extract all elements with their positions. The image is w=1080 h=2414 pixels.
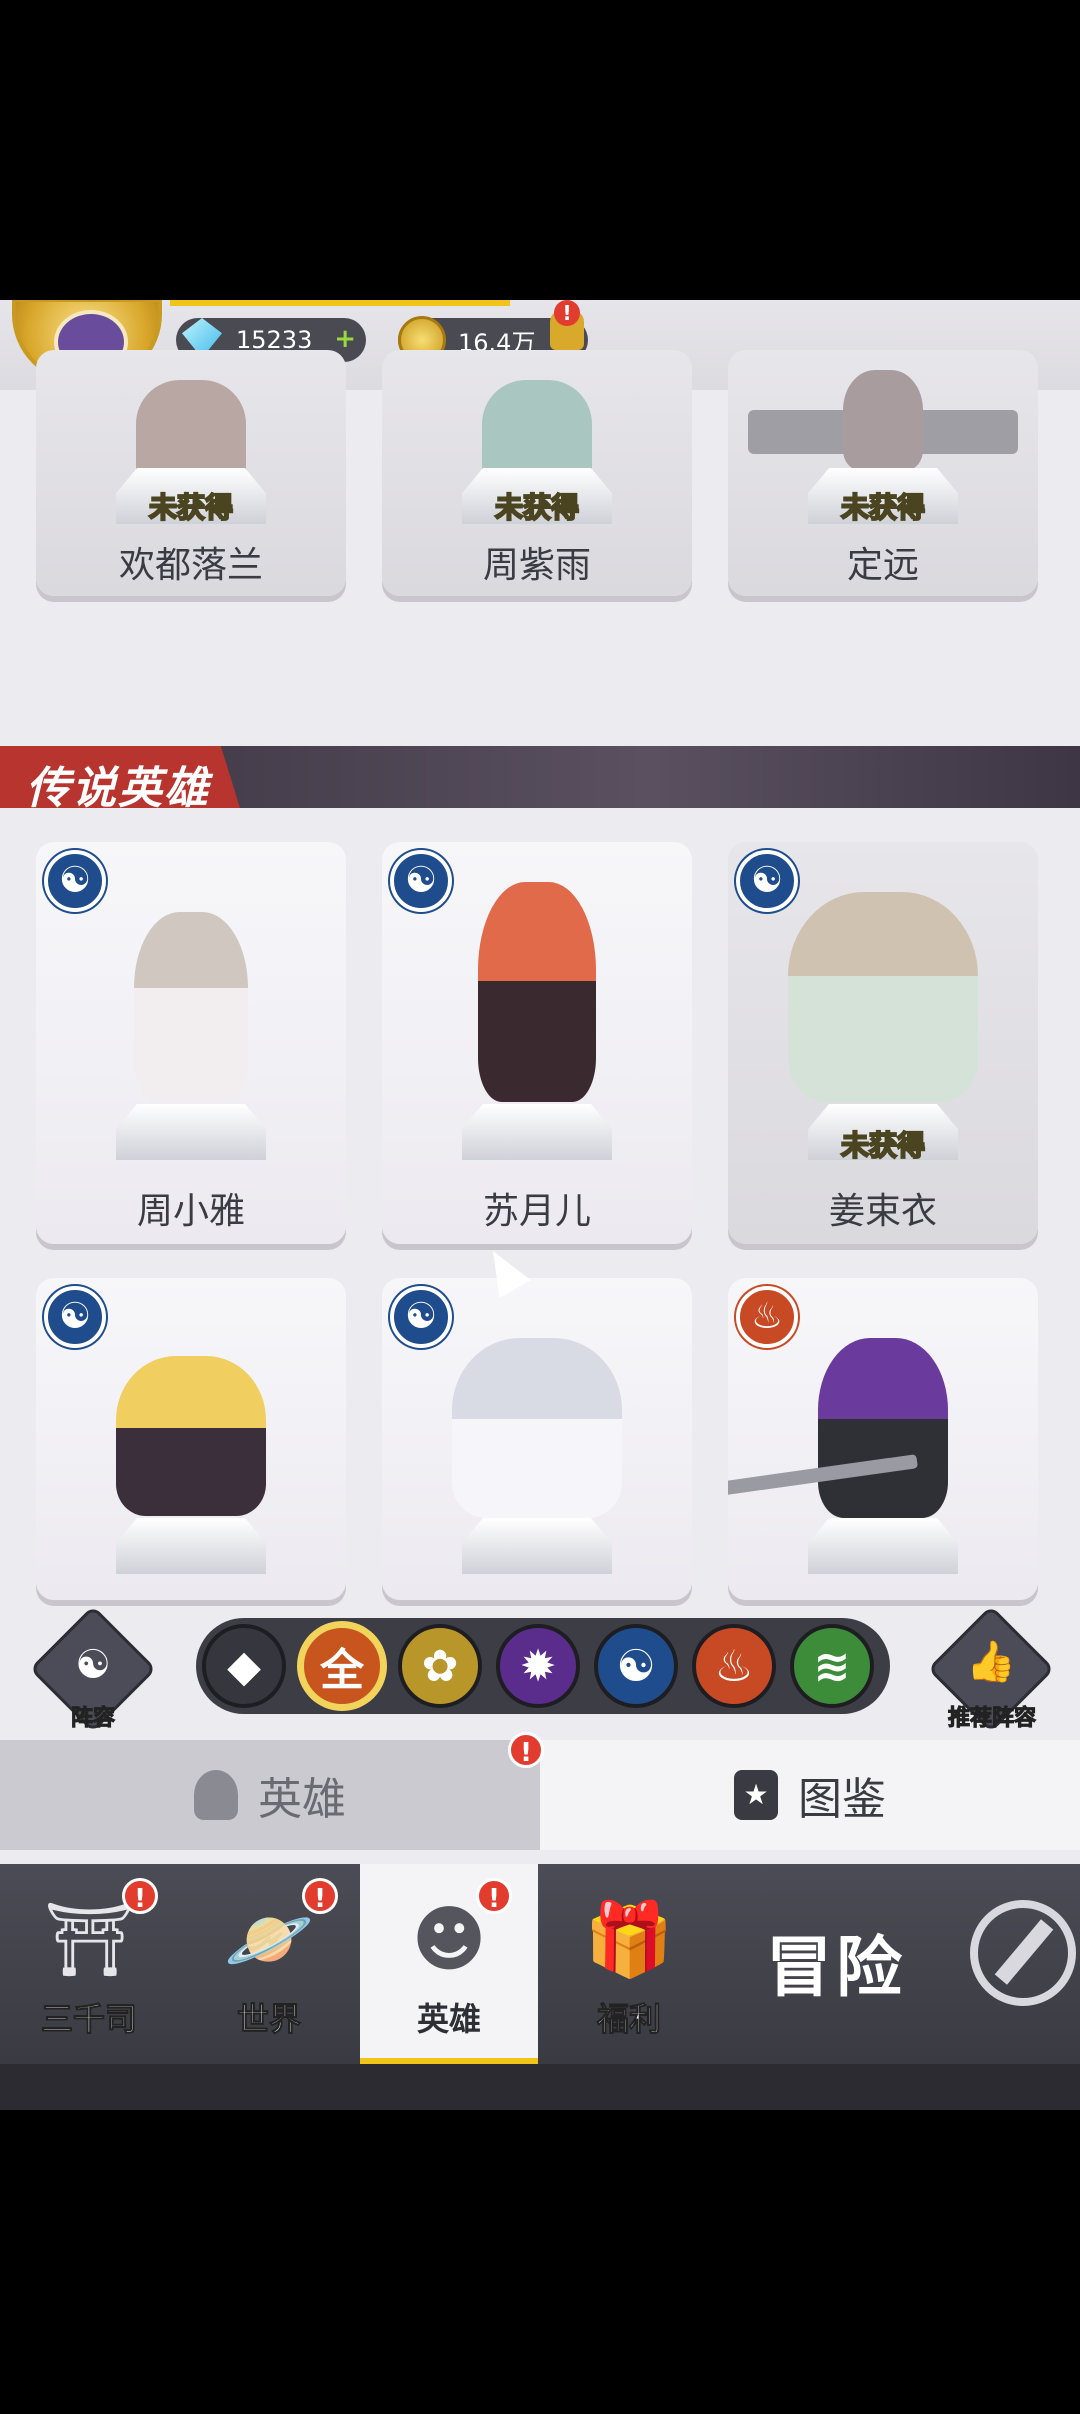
unobtained-label: 未获得 xyxy=(840,490,926,525)
hero-subtabs: 英雄 ★ 图鉴 ! xyxy=(0,1732,1080,1850)
lineup-button[interactable]: ☯ 阵容 xyxy=(29,1605,157,1733)
add-gems-icon[interactable]: + xyxy=(334,324,356,354)
nav-world[interactable]: 🪐 世界 ! xyxy=(180,1864,358,2064)
notification-bell-icon[interactable] xyxy=(550,300,584,350)
nav-welfare[interactable]: 🎁 福利 xyxy=(540,1864,718,2064)
hero-card[interactable]: 未获得 周紫雨 xyxy=(382,350,692,596)
nav-label: 福利 xyxy=(596,2000,661,2039)
legendary-section-header: 传说英雄 xyxy=(0,746,1080,814)
hero-card[interactable]: ☯ 周小雅 xyxy=(36,842,346,1244)
hero-sprite xyxy=(116,1356,266,1516)
tab-codex[interactable]: ★ 图鉴 xyxy=(540,1740,1080,1850)
hero-name: 周紫雨 xyxy=(482,545,591,586)
lotus-filter-icon[interactable]: ✿ xyxy=(398,1624,482,1708)
meditation-filter-icon[interactable]: ♨ xyxy=(692,1624,776,1708)
tab-codex-label: 图鉴 xyxy=(798,1774,886,1825)
lineup-label: 阵容 xyxy=(70,1706,115,1732)
unobtained-label: 未获得 xyxy=(494,490,580,525)
tab-heroes-label: 英雄 xyxy=(258,1774,346,1825)
nav-label: 世界 xyxy=(236,2000,301,2039)
hero-card[interactable]: ♨ xyxy=(728,1278,1038,1600)
unobtained-label: 未获得 xyxy=(840,1128,926,1163)
yin-yang-icon: ☯ xyxy=(44,850,106,912)
progress-line xyxy=(170,300,510,306)
hero-card[interactable]: 未获得 定远 xyxy=(728,350,1038,596)
lineup-icon: ☯ xyxy=(75,1642,111,1688)
hero-name: 姜束衣 xyxy=(828,1191,937,1232)
hero-name: 欢都落兰 xyxy=(118,545,263,586)
codex-book-icon: ★ xyxy=(734,1770,778,1820)
tab-heroes[interactable]: 英雄 xyxy=(0,1740,540,1850)
pedestal xyxy=(808,1518,958,1574)
pedestal xyxy=(462,1518,612,1574)
hero-sprite xyxy=(478,882,596,1102)
adventure-button[interactable]: 冒险 xyxy=(720,1864,1080,2064)
yin-yang-icon: ☯ xyxy=(390,1286,452,1348)
diamond-filter-icon[interactable]: ◆ xyxy=(202,1624,286,1708)
hero-sprite xyxy=(452,1338,622,1518)
hero-card[interactable]: 未获得 欢都落兰 xyxy=(36,350,346,596)
alert-badge-icon: ! xyxy=(122,1878,158,1914)
alert-badge-icon: ! xyxy=(476,1878,512,1914)
nav-label: 英雄 xyxy=(416,2000,481,2038)
adventure-label: 冒险 xyxy=(766,1929,906,2006)
yin-yang-icon: ☯ xyxy=(390,850,452,912)
recommended-lineup-label: 推荐阵容 xyxy=(947,1706,1036,1732)
hero-card[interactable]: ☯ 未获得 姜束衣 xyxy=(728,842,1038,1244)
thumbs-up-icon: 👍 xyxy=(966,1639,1016,1685)
nav-label: 三千司 xyxy=(40,2000,137,2039)
hero-sprite xyxy=(788,892,978,1102)
recommended-lineup-button[interactable]: 👍 推荐阵容 xyxy=(927,1605,1055,1733)
hero-name: 定远 xyxy=(846,545,919,586)
footer-strip xyxy=(0,2064,1080,2110)
planet-icon: 🪐 xyxy=(224,1897,314,1981)
hero-roster-screen: 15233 + 16.4万 未获得 欢都落兰 未获得 周紫雨 未获得 定远 xyxy=(0,300,1080,2110)
unobtained-label: 未获得 xyxy=(148,490,234,525)
bottom-navigation: ⛩ 三千司 ! 🪐 世界 ! ☻ 英雄 ! 🎁 福利 冒险 xyxy=(0,1864,1080,2064)
meditation-icon: ♨ xyxy=(736,1286,798,1348)
compass-icon xyxy=(970,1900,1076,2006)
temple-icon: ⛩ xyxy=(44,1897,136,1981)
hero-name: 苏月儿 xyxy=(482,1191,591,1232)
hero-card[interactable]: ☯ xyxy=(36,1278,346,1600)
flame-filter-icon[interactable]: ✹ xyxy=(496,1624,580,1708)
hero-silhouette-icon xyxy=(194,1770,238,1820)
yin-yang-icon: ☯ xyxy=(44,1286,106,1348)
alert-badge-icon: ! xyxy=(508,1732,544,1768)
hero-card[interactable]: ☯ 苏月儿 xyxy=(382,842,692,1244)
nav-heroes[interactable]: ☻ 英雄 ! xyxy=(360,1864,538,2064)
gift-box-icon: 🎁 xyxy=(584,1897,674,1981)
filter-all-button[interactable]: 全 xyxy=(300,1624,384,1708)
hero-sprite xyxy=(843,370,923,470)
yin-yang-icon: ☯ xyxy=(736,850,798,912)
pedestal xyxy=(116,1104,266,1160)
faction-filter-bar: ◆ 全 ✿ ✹ ☯ ♨ ≋ xyxy=(196,1618,890,1714)
hero-sprite xyxy=(134,912,248,1102)
pedestal xyxy=(116,1518,266,1574)
hero-sprite xyxy=(818,1338,948,1518)
alert-badge-icon: ! xyxy=(302,1878,338,1914)
hero-card[interactable]: ☯ xyxy=(382,1278,692,1600)
dna-filter-icon[interactable]: ≋ xyxy=(790,1624,874,1708)
hero-name: 周小雅 xyxy=(136,1191,245,1232)
yin-yang-filter-icon[interactable]: ☯ xyxy=(594,1624,678,1708)
pedestal xyxy=(462,1104,612,1160)
nav-sanqiansi[interactable]: ⛩ 三千司 ! xyxy=(0,1864,178,2064)
section-title: 传说英雄 xyxy=(26,763,210,814)
